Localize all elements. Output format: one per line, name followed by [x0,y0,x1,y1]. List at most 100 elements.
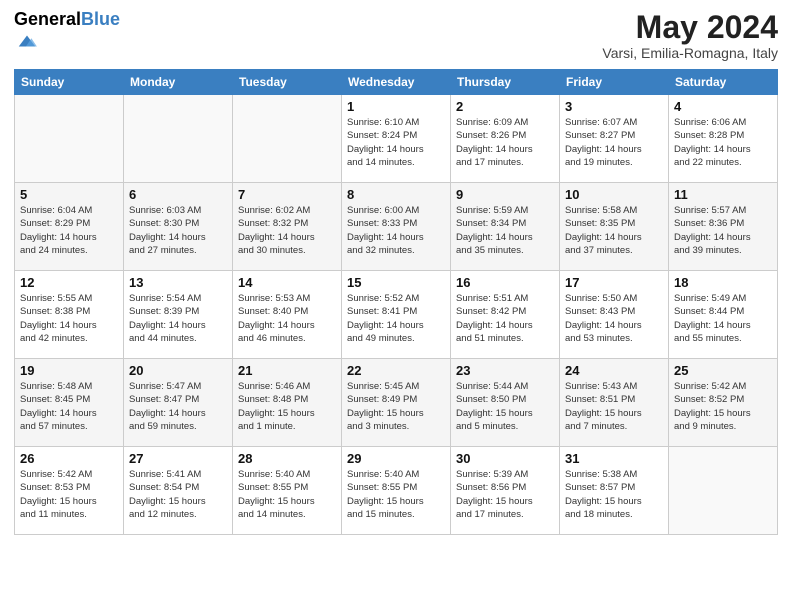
day-number: 8 [347,187,445,202]
day-number: 31 [565,451,663,466]
main-title: May 2024 [602,10,778,45]
calendar-cell: 24 Sunrise: 5:43 AM Sunset: 8:51 PM Dayli… [560,359,669,447]
day-number: 6 [129,187,227,202]
calendar-cell: 14 Sunrise: 5:53 AM Sunset: 8:40 PM Dayli… [233,271,342,359]
calendar-cell: 31 Sunrise: 5:38 AM Sunset: 8:57 PM Dayli… [560,447,669,535]
calendar-cell: 30 Sunrise: 5:39 AM Sunset: 8:56 PM Dayli… [451,447,560,535]
col-header-wednesday: Wednesday [342,70,451,95]
calendar-cell: 10 Sunrise: 5:58 AM Sunset: 8:35 PM Dayli… [560,183,669,271]
day-info: Sunrise: 5:41 AM Sunset: 8:54 PM Dayligh… [129,468,227,521]
day-number: 10 [565,187,663,202]
day-number: 3 [565,99,663,114]
day-info: Sunrise: 5:39 AM Sunset: 8:56 PM Dayligh… [456,468,554,521]
day-info: Sunrise: 5:42 AM Sunset: 8:52 PM Dayligh… [674,380,772,433]
day-info: Sunrise: 5:45 AM Sunset: 8:49 PM Dayligh… [347,380,445,433]
calendar-cell [233,95,342,183]
day-number: 16 [456,275,554,290]
day-info: Sunrise: 5:59 AM Sunset: 8:34 PM Dayligh… [456,204,554,257]
day-number: 12 [20,275,118,290]
day-info: Sunrise: 6:09 AM Sunset: 8:26 PM Dayligh… [456,116,554,169]
day-number: 4 [674,99,772,114]
calendar-cell: 1Sunrise: 6:10 AM Sunset: 8:24 PM Daylig… [342,95,451,183]
calendar-cell: 2 Sunrise: 6:09 AM Sunset: 8:26 PM Daylig… [451,95,560,183]
calendar-week-row: 1Sunrise: 6:10 AM Sunset: 8:24 PM Daylig… [15,95,778,183]
calendar-cell: 9 Sunrise: 5:59 AM Sunset: 8:34 PM Daylig… [451,183,560,271]
day-info: Sunrise: 6:02 AM Sunset: 8:32 PM Dayligh… [238,204,336,257]
calendar-cell [124,95,233,183]
logo-blue: Blue [81,9,120,29]
col-header-saturday: Saturday [669,70,778,95]
day-number: 18 [674,275,772,290]
day-number: 19 [20,363,118,378]
calendar-week-row: 19 Sunrise: 5:48 AM Sunset: 8:45 PM Dayli… [15,359,778,447]
day-number: 7 [238,187,336,202]
calendar-cell [15,95,124,183]
day-number: 15 [347,275,445,290]
calendar-header-row: SundayMondayTuesdayWednesdayThursdayFrid… [15,70,778,95]
day-info: Sunrise: 5:55 AM Sunset: 8:38 PM Dayligh… [20,292,118,345]
calendar-cell: 5 Sunrise: 6:04 AM Sunset: 8:29 PM Daylig… [15,183,124,271]
day-number: 29 [347,451,445,466]
col-header-sunday: Sunday [15,70,124,95]
day-info: Sunrise: 5:46 AM Sunset: 8:48 PM Dayligh… [238,380,336,433]
day-number: 24 [565,363,663,378]
day-info: Sunrise: 5:54 AM Sunset: 8:39 PM Dayligh… [129,292,227,345]
day-info: Sunrise: 5:43 AM Sunset: 8:51 PM Dayligh… [565,380,663,433]
calendar-week-row: 5 Sunrise: 6:04 AM Sunset: 8:29 PM Daylig… [15,183,778,271]
page: GeneralBlue May 2024 Varsi, Emilia-Romag… [0,0,792,612]
calendar-cell: 22 Sunrise: 5:45 AM Sunset: 8:49 PM Dayli… [342,359,451,447]
day-info: Sunrise: 5:40 AM Sunset: 8:55 PM Dayligh… [238,468,336,521]
day-number: 22 [347,363,445,378]
day-info: Sunrise: 5:52 AM Sunset: 8:41 PM Dayligh… [347,292,445,345]
day-number: 11 [674,187,772,202]
calendar-cell: 4 Sunrise: 6:06 AM Sunset: 8:28 PM Daylig… [669,95,778,183]
day-info: Sunrise: 6:04 AM Sunset: 8:29 PM Dayligh… [20,204,118,257]
day-number: 9 [456,187,554,202]
day-number: 2 [456,99,554,114]
calendar-cell: 15 Sunrise: 5:52 AM Sunset: 8:41 PM Dayli… [342,271,451,359]
calendar-cell: 27 Sunrise: 5:41 AM Sunset: 8:54 PM Dayli… [124,447,233,535]
logo-text: GeneralBlue [14,10,120,30]
calendar-cell: 7 Sunrise: 6:02 AM Sunset: 8:32 PM Daylig… [233,183,342,271]
calendar-week-row: 12 Sunrise: 5:55 AM Sunset: 8:38 PM Dayli… [15,271,778,359]
calendar-cell: 13 Sunrise: 5:54 AM Sunset: 8:39 PM Dayli… [124,271,233,359]
calendar-cell: 20Sunrise: 5:47 AM Sunset: 8:47 PM Dayli… [124,359,233,447]
day-number: 27 [129,451,227,466]
day-info: Sunrise: 5:48 AM Sunset: 8:45 PM Dayligh… [20,380,118,433]
day-info: Sunrise: 6:06 AM Sunset: 8:28 PM Dayligh… [674,116,772,169]
day-info: Sunrise: 6:03 AM Sunset: 8:30 PM Dayligh… [129,204,227,257]
day-number: 30 [456,451,554,466]
calendar-cell: 6 Sunrise: 6:03 AM Sunset: 8:30 PM Daylig… [124,183,233,271]
day-info: Sunrise: 6:00 AM Sunset: 8:33 PM Dayligh… [347,204,445,257]
col-header-tuesday: Tuesday [233,70,342,95]
calendar-cell: 26 Sunrise: 5:42 AM Sunset: 8:53 PM Dayli… [15,447,124,535]
day-number: 14 [238,275,336,290]
calendar-cell: 8 Sunrise: 6:00 AM Sunset: 8:33 PM Daylig… [342,183,451,271]
calendar-cell: 3 Sunrise: 6:07 AM Sunset: 8:27 PM Daylig… [560,95,669,183]
day-info: Sunrise: 5:49 AM Sunset: 8:44 PM Dayligh… [674,292,772,345]
logo-general: General [14,9,81,29]
day-info: Sunrise: 5:38 AM Sunset: 8:57 PM Dayligh… [565,468,663,521]
day-number: 21 [238,363,336,378]
header: GeneralBlue May 2024 Varsi, Emilia-Romag… [14,10,778,61]
day-number: 23 [456,363,554,378]
calendar-cell: 18 Sunrise: 5:49 AM Sunset: 8:44 PM Dayli… [669,271,778,359]
calendar-cell: 28 Sunrise: 5:40 AM Sunset: 8:55 PM Dayli… [233,447,342,535]
day-number: 13 [129,275,227,290]
calendar-cell: 12 Sunrise: 5:55 AM Sunset: 8:38 PM Dayli… [15,271,124,359]
col-header-thursday: Thursday [451,70,560,95]
day-info: Sunrise: 6:10 AM Sunset: 8:24 PM Dayligh… [347,116,445,169]
day-info: Sunrise: 5:53 AM Sunset: 8:40 PM Dayligh… [238,292,336,345]
day-number: 5 [20,187,118,202]
day-info: Sunrise: 5:42 AM Sunset: 8:53 PM Dayligh… [20,468,118,521]
logo: GeneralBlue [14,10,120,57]
calendar-cell: 19 Sunrise: 5:48 AM Sunset: 8:45 PM Dayli… [15,359,124,447]
logo-icon [16,30,38,52]
day-info: Sunrise: 6:07 AM Sunset: 8:27 PM Dayligh… [565,116,663,169]
day-info: Sunrise: 5:47 AM Sunset: 8:47 PM Dayligh… [129,380,227,433]
day-info: Sunrise: 5:57 AM Sunset: 8:36 PM Dayligh… [674,204,772,257]
calendar-cell: 11 Sunrise: 5:57 AM Sunset: 8:36 PM Dayli… [669,183,778,271]
day-number: 28 [238,451,336,466]
day-number: 26 [20,451,118,466]
day-info: Sunrise: 5:58 AM Sunset: 8:35 PM Dayligh… [565,204,663,257]
